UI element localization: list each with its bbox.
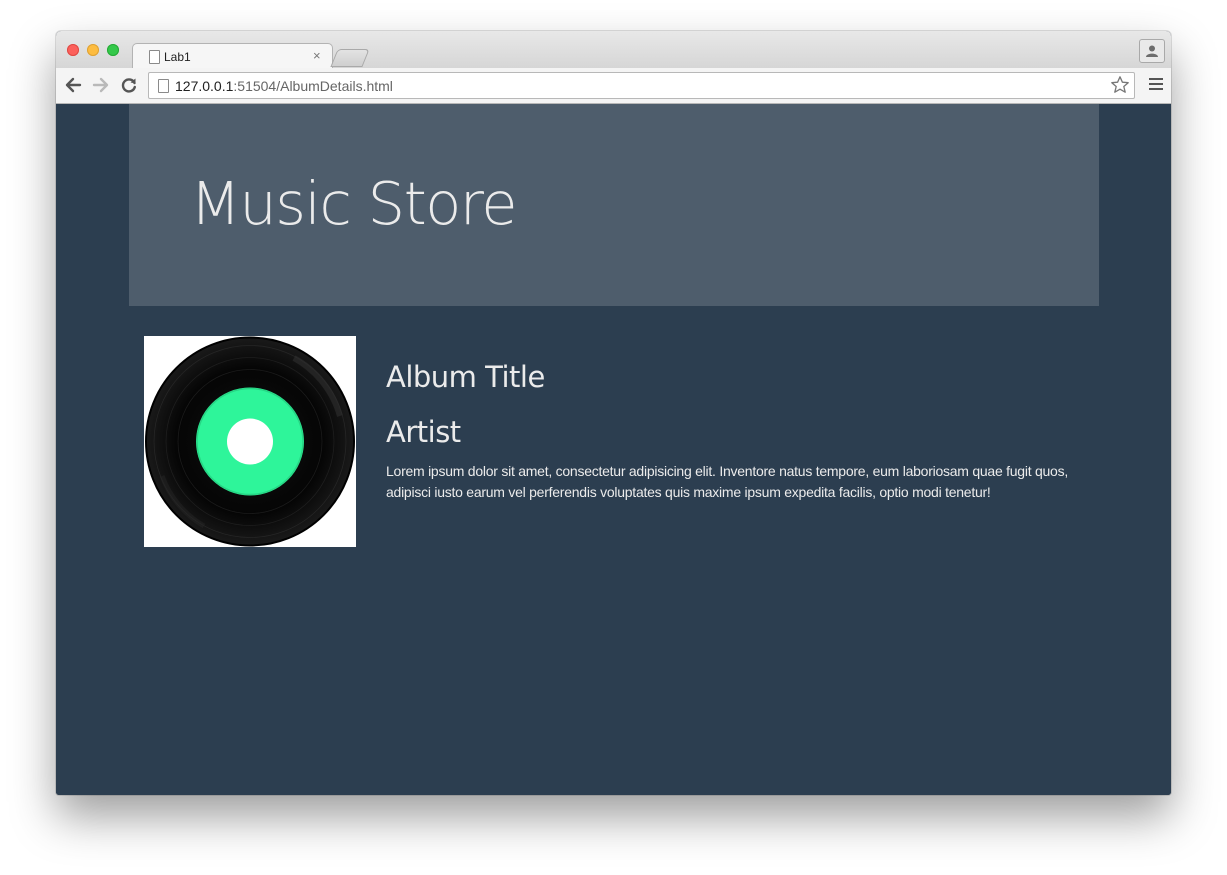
tab-strip: Lab1 × (56, 31, 1171, 70)
browser-window: Lab1 × 127.0.0.1:51504/AlbumDetails.html (56, 31, 1171, 795)
url-text[interactable]: 127.0.0.1:51504/AlbumDetails.html (175, 78, 393, 94)
header-jumbotron: Music Store (129, 104, 1099, 306)
page-icon (158, 79, 169, 93)
window-minimize-button[interactable] (87, 44, 99, 56)
new-tab-button[interactable] (330, 49, 370, 67)
profile-button[interactable] (1139, 39, 1165, 63)
tab-title: Lab1 (164, 50, 191, 64)
bookmark-star-icon[interactable] (1110, 75, 1130, 95)
address-bar[interactable]: 127.0.0.1:51504/AlbumDetails.html (148, 72, 1135, 99)
reload-icon[interactable] (120, 76, 138, 94)
album-art-image (144, 336, 356, 547)
forward-arrow-icon[interactable] (92, 76, 110, 94)
site-title: Music Store (190, 169, 518, 238)
page-icon (149, 50, 160, 64)
back-arrow-icon[interactable] (64, 76, 82, 94)
window-maximize-button[interactable] (107, 44, 119, 56)
album-description: Lorem ipsum dolor sit amet, consectetur … (386, 463, 1068, 500)
album-artist: Artist (386, 415, 461, 449)
vinyl-record-icon (145, 336, 355, 547)
url-host: 127.0.0.1 (175, 78, 234, 94)
window-close-button[interactable] (67, 44, 79, 56)
tab-lab1[interactable]: Lab1 × (132, 43, 333, 70)
tab-close-icon[interactable]: × (313, 48, 321, 63)
url-path: :51504/AlbumDetails.html (233, 78, 393, 94)
record-hole (227, 418, 273, 465)
page-content: Music Store Album Title Artist Lorem ips… (56, 104, 1171, 795)
album-title: Album Title (386, 360, 545, 394)
browser-toolbar: 127.0.0.1:51504/AlbumDetails.html (56, 68, 1171, 104)
browser-menu-icon[interactable] (1149, 78, 1163, 92)
person-icon (1146, 45, 1158, 57)
